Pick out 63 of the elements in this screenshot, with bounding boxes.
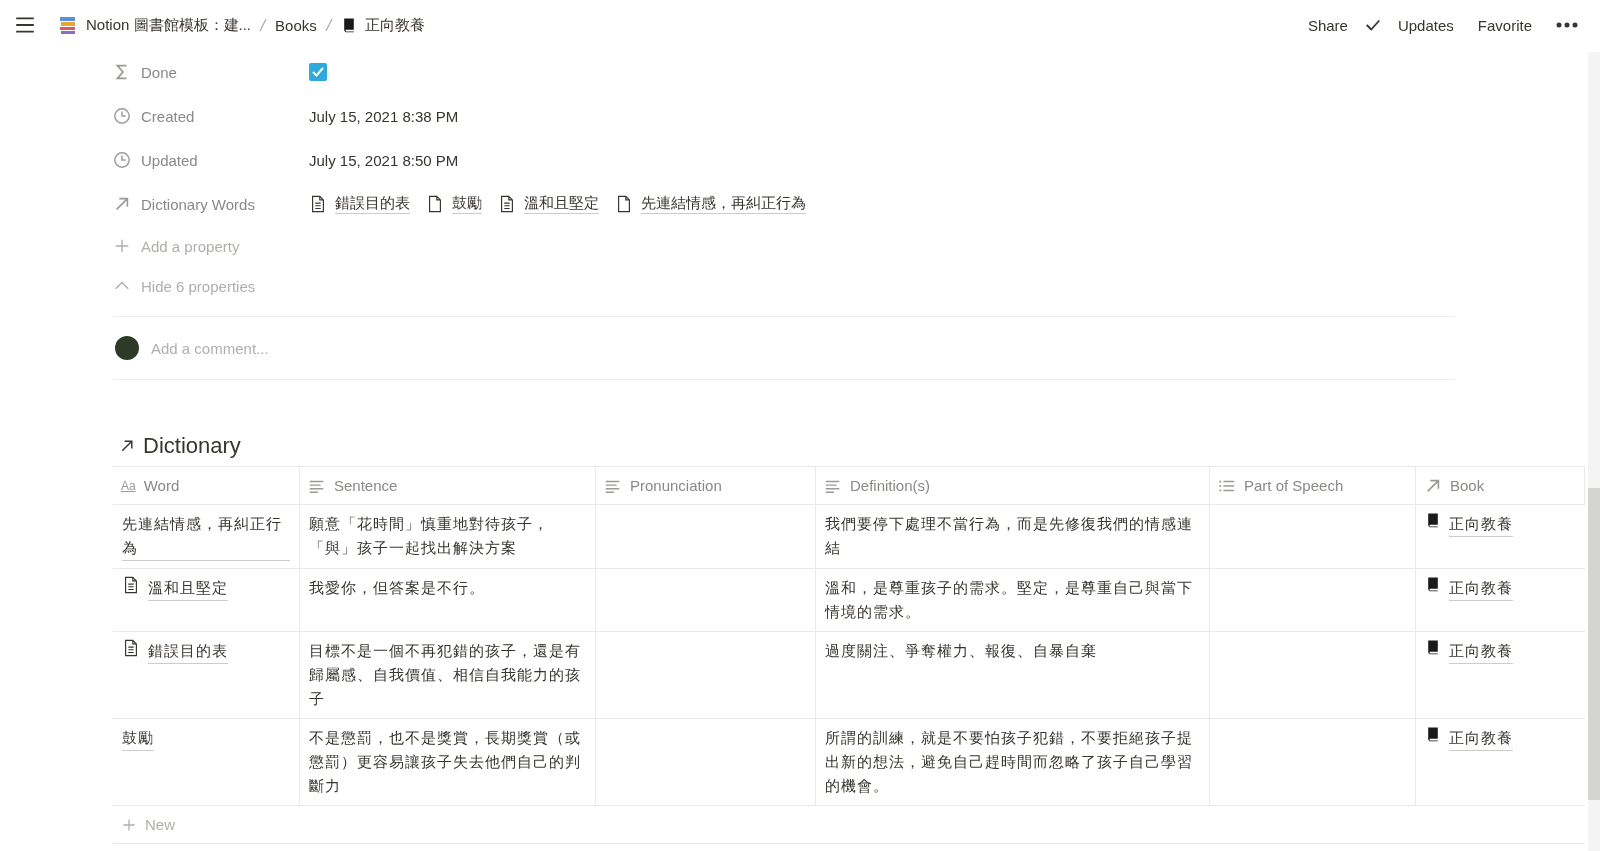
book-icon [1425, 726, 1441, 742]
topbar-action[interactable]: Share [1299, 12, 1356, 38]
book-link[interactable]: 正向教養 [1449, 726, 1513, 751]
breadcrumb-link[interactable]: Notion 圖書館模板：建... [86, 15, 252, 35]
more-icon[interactable] [1556, 22, 1578, 28]
breadcrumb-link[interactable]: Books [275, 16, 317, 34]
sentence-text: 目標不是一個不再犯錯的孩子，還是有歸屬感、自我價值、相信自我能力的孩子 [309, 641, 582, 709]
definition-text: 過度關注、爭奪權力、報復、自暴自棄 [825, 641, 1097, 661]
definition-text: 所謂的訓練，就是不要怕孩子犯錯，不要拒絕孩子提出新的想法，避免自己趕時間而忽略了孩子自己學習的機會。 [825, 728, 1194, 796]
plus-icon [113, 237, 131, 255]
breadcrumb-link[interactable]: 正向教養 [364, 15, 425, 35]
book-link[interactable]: 正向教養 [1449, 576, 1513, 601]
book-icon [1425, 576, 1441, 592]
definition-text: 溫和，是尊重孩子的需求。堅定，是尊重自己與當下情境的需求。 [825, 578, 1194, 622]
property-label: Dictionary Words [141, 195, 255, 213]
text-type-icon: Aa [121, 478, 136, 493]
column-header[interactable]: Pronunciation [596, 467, 816, 505]
date-value: July 15, 2021 8:50 PM [309, 151, 459, 169]
column-header[interactable]: Book [1416, 467, 1585, 505]
word-link[interactable]: 先連結情感，再糾正行為 [122, 512, 290, 561]
topbar-action[interactable]: Updates [1389, 12, 1462, 38]
property-label: Updated [141, 151, 198, 169]
document-icon [122, 639, 140, 657]
page-link[interactable]: 溫和且堅定 [524, 194, 599, 214]
arrow-icon [113, 195, 131, 213]
document-icon [309, 195, 327, 213]
column-header[interactable]: Definition(s) [816, 467, 1210, 505]
sentence-text: 願意「花時間」慎重地對待孩子，「與」孩子一起找出解決方案 [309, 514, 550, 558]
slash-icon [259, 18, 268, 32]
page-link[interactable]: 錯誤目的表 [335, 194, 410, 214]
arrow-icon [119, 438, 135, 454]
book-icon [1425, 512, 1441, 528]
slash-icon [324, 18, 333, 32]
property-label: Done [141, 63, 177, 81]
sentence-text: 不是懲罰，也不是獎賞，長期獎賞（或懲罰）更容易讓孩子失去他們自己的判斷力 [309, 728, 582, 796]
document-icon [122, 576, 140, 594]
date-value: July 15, 2021 8:38 PM [309, 107, 459, 125]
document-icon [498, 195, 516, 213]
word-link[interactable]: 錯誤目的表 [148, 639, 228, 664]
topbar-action[interactable]: Favorite [1469, 12, 1540, 38]
avatar [115, 336, 139, 360]
section-title: Dictionary [143, 433, 241, 459]
scrollbar-thumb[interactable] [1588, 488, 1600, 800]
book-link[interactable]: 正向教養 [1449, 512, 1513, 537]
column-header[interactable]: Sentence [300, 467, 596, 505]
checkbox[interactable] [309, 63, 327, 81]
book-icon [1425, 639, 1441, 655]
property-label: Created [141, 107, 195, 125]
plus-icon [121, 816, 137, 833]
sentence-text: 我愛你，但答案是不行。 [309, 578, 485, 598]
word-link[interactable]: 鼓勵 [122, 726, 154, 751]
column-header[interactable]: Part of Speech [1210, 467, 1416, 505]
book-link[interactable]: 正向教養 [1449, 639, 1513, 664]
page-link[interactable]: 鼓勵 [452, 194, 482, 214]
page-link[interactable]: 先連結情感，再糾正行為 [641, 194, 806, 214]
column-header[interactable]: Aa Word [113, 467, 300, 505]
clock-icon [113, 107, 131, 125]
blank-page-icon [426, 195, 444, 213]
definition-text: 我們要停下處理不當行為，而是先修復我們的情感連結 [825, 514, 1194, 558]
word-link[interactable]: 溫和且堅定 [148, 576, 228, 601]
clock-icon [113, 151, 131, 169]
blank-page-icon [615, 195, 633, 213]
books-icon [58, 15, 78, 35]
